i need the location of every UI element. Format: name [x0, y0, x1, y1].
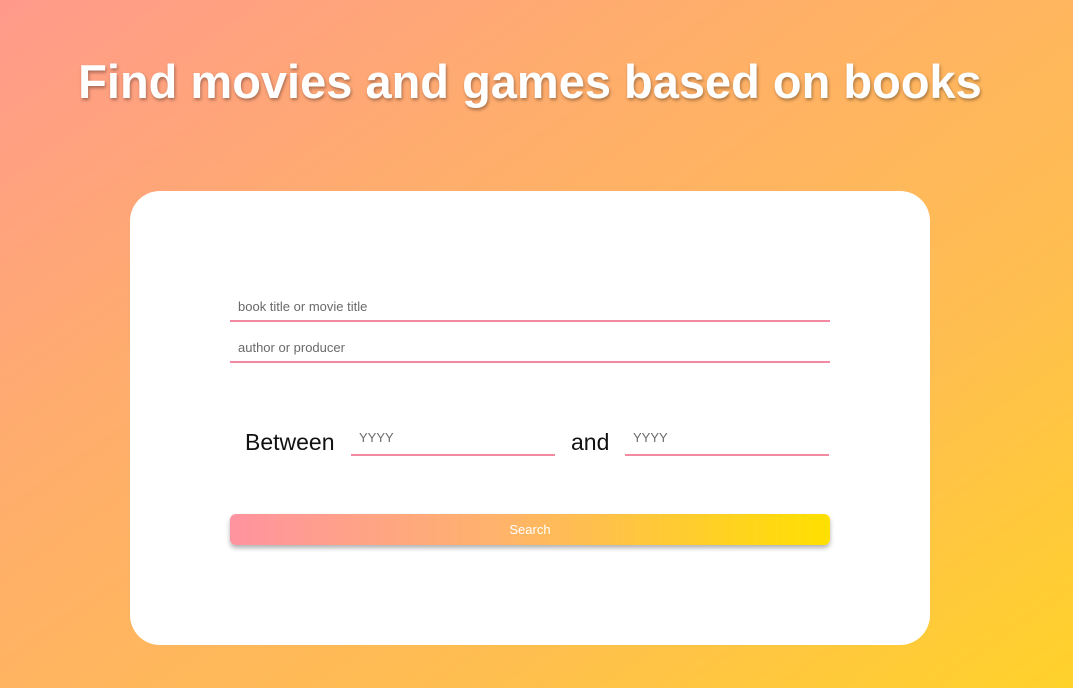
year-to-input[interactable] — [625, 426, 829, 456]
author-search-input[interactable] — [230, 333, 830, 363]
search-card: Between and Search — [130, 191, 930, 645]
and-label: and — [571, 429, 610, 455]
between-label: Between — [245, 429, 335, 455]
page-title: Find movies and games based on books — [78, 55, 982, 108]
search-button[interactable]: Search — [230, 514, 830, 545]
year-from-input[interactable] — [351, 426, 555, 456]
title-search-input[interactable] — [230, 292, 830, 322]
